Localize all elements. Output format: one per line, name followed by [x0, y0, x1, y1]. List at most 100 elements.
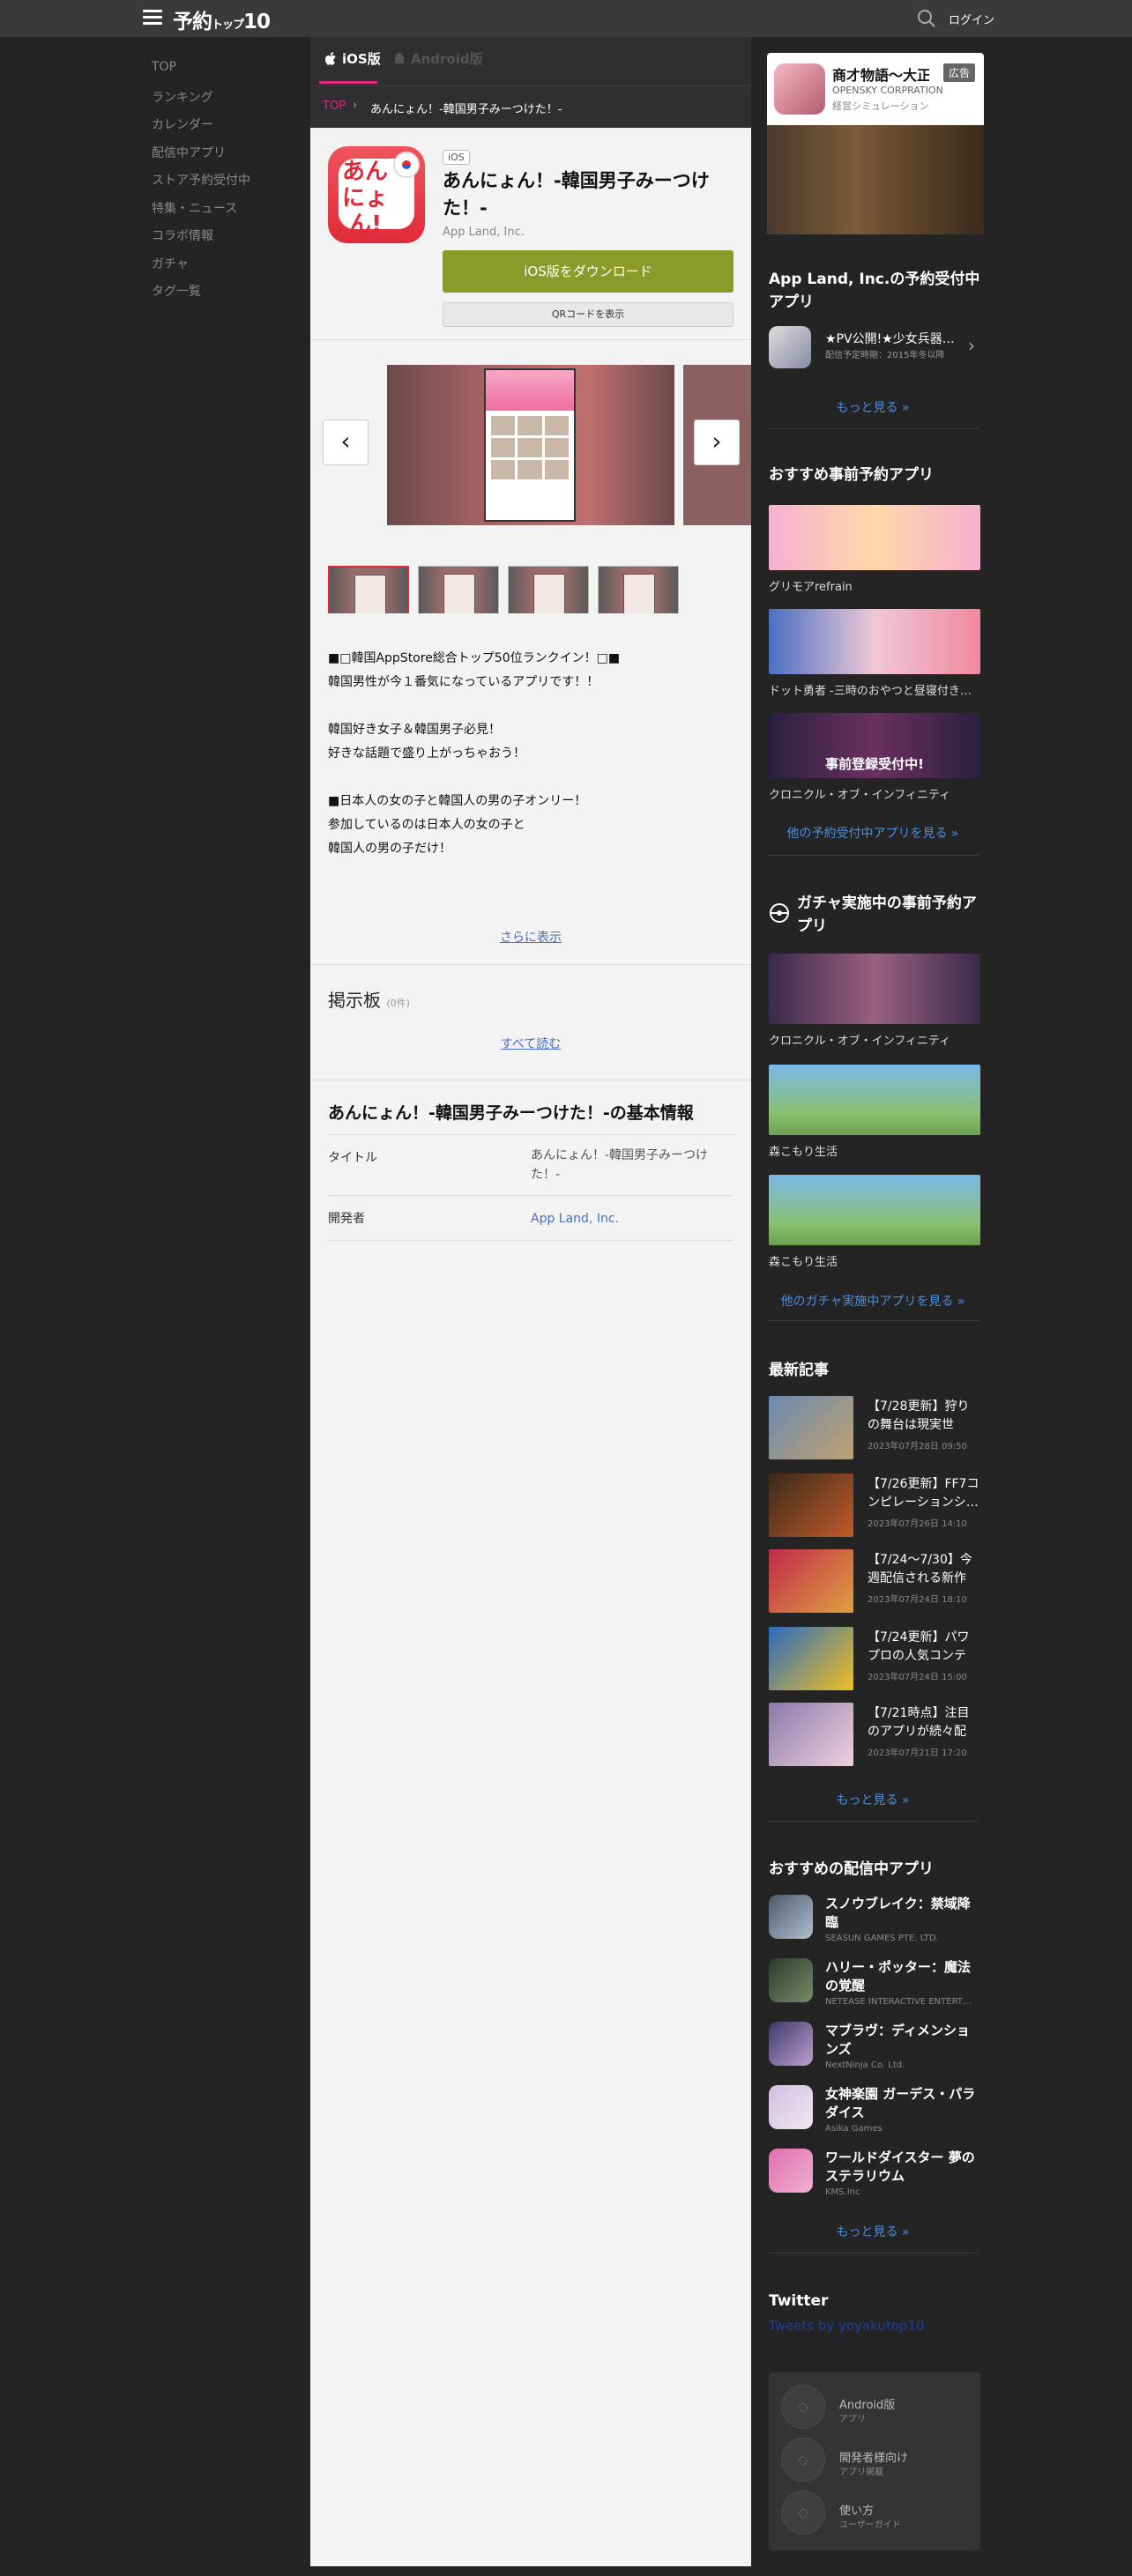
gallery-thumbnails [328, 566, 679, 613]
breadcrumb-top-link[interactable]: TOP [323, 100, 346, 113]
latest-articles-title: 最新記事 [769, 1362, 829, 1379]
nav-item-news[interactable]: 特集・ニュース [152, 199, 250, 227]
ad-image [767, 125, 984, 234]
nav-item-top[interactable]: TOP [152, 60, 250, 88]
banner-caption[interactable]: グリモアrefrain [769, 577, 853, 594]
search-icon[interactable] [917, 9, 936, 28]
dev-preorder-title: App Land, Inc.の予約受付中アプリ [769, 271, 980, 311]
divider [767, 855, 979, 856]
divider [767, 1320, 979, 1321]
app-description: ■□韓国AppStore総合トップ50位ランクイン！□■ 韓国男性が今１番気にな… [328, 651, 621, 856]
nav-item-collab[interactable]: コラボ情報 [152, 226, 250, 255]
preorder-more-link[interactable]: 他の予約受付中アプリを見る » [767, 824, 979, 842]
live-app-item[interactable]: マブラヴ：ディメンションズ NextNinja Co. Ltd. [769, 2022, 980, 2070]
app-icon [769, 2149, 813, 2193]
twitter-title: Twitter [769, 2292, 829, 2310]
live-app-item[interactable]: 女神楽園 ガーデス・パラダイス Asika Games [769, 2085, 980, 2134]
nav-item-store-preorder[interactable]: ストア予約受付中 [152, 171, 250, 199]
banner-overlay-text: 事前登録受付中! [825, 756, 924, 772]
apple-icon [325, 51, 336, 65]
banner-chronicle[interactable]: 事前登録受付中! [769, 713, 980, 778]
article-thumb [769, 1703, 853, 1766]
show-more-link[interactable]: さらに表示 [310, 928, 751, 946]
banner-gacha-chronicle[interactable] [769, 954, 980, 1024]
ios-download-button[interactable]: iOS版をダウンロード [443, 250, 734, 293]
banner-caption[interactable]: クロニクル・オブ・インフィニティ [769, 1031, 950, 1048]
banner-caption[interactable]: クロニクル・オブ・インフィニティ [769, 785, 950, 802]
board-title: 掲示板 (0件) [328, 990, 410, 1011]
info-row-developer: 開発者 App Land, Inc. [328, 1196, 734, 1241]
developer-link[interactable]: App Land, Inc. [531, 1196, 734, 1240]
dev-preorder-item[interactable]: ★PV公開!★少女兵器… 配信予定時期：2015年冬以降 › [767, 326, 979, 370]
banner-caption[interactable]: 森こもり生活 [769, 1252, 838, 1269]
footer-link-android[interactable]: ◌ Android版 アプリ [781, 2383, 975, 2432]
article-item[interactable]: 【7/24更新】パワプロの人気コンテン… 2023年07月24日 15:00 [769, 1627, 980, 1690]
live-more-link[interactable]: もっと見る » [767, 2223, 979, 2240]
gacha-more-link[interactable]: 他のガチャ実施中アプリを見る » [767, 1292, 979, 1310]
article-item[interactable]: 【7/28更新】狩りの舞台は現実世界！… 2023年07月28日 09:50 [769, 1396, 980, 1459]
live-app-item[interactable]: スノウブレイク：禁域降臨 SEASUN GAMES PTE. LTD. [769, 1895, 980, 1943]
login-link[interactable]: ログイン [949, 11, 994, 27]
article-item[interactable]: 【7/21時点】注目のアプリが続々配信… 2023年07月21日 17:20 [769, 1703, 980, 1766]
ad-title: 商才物語～大正… [832, 67, 929, 84]
live-app-item[interactable]: ワールドダイスター 夢のステラリウム KMS.Inc [769, 2149, 980, 2197]
korea-flag-icon [393, 152, 420, 178]
article-item[interactable]: 【7/24～7/30】今週配信される新作ス… 2023年07月24日 18:10 [769, 1549, 980, 1613]
gacha-icon [770, 903, 789, 923]
nav-item-ranking[interactable]: ランキング [152, 88, 250, 116]
nav-item-gacha[interactable]: ガチャ [152, 255, 250, 283]
article-item[interactable]: 【7/26更新】FF7コンピレーションシ… 2023年07月26日 14:10 [769, 1474, 980, 1537]
recommend-preorder-title: おすすめ事前予約アプリ [769, 466, 934, 484]
twitter-timeline-link[interactable]: Tweets by yoyakutop10 [769, 2318, 925, 2334]
footer-link-developers[interactable]: ◌ 開発者様向け アプリ掲載 [781, 2436, 975, 2485]
banner-caption[interactable]: ドット勇者 -三時のおやつと昼寝付き… [769, 681, 972, 698]
gallery-thumb[interactable] [508, 566, 589, 613]
guide-icon: ◌ [781, 2491, 825, 2535]
menu-icon[interactable] [143, 10, 162, 26]
banner-grimoire[interactable] [769, 505, 980, 570]
show-qr-button[interactable]: QRコードを表示 [443, 302, 734, 327]
dev-more-link[interactable]: もっと見る » [767, 398, 979, 416]
live-app-item[interactable]: ハリー・ポッター：魔法の覚醒 NETEASE INTERACTIVE ENTER… [769, 1958, 980, 2007]
banner-caption[interactable]: 森こもり生活 [769, 1142, 838, 1159]
divider [310, 964, 751, 965]
gallery-thumb[interactable] [328, 566, 409, 613]
nav-item-live-apps[interactable]: 配信中アプリ [152, 144, 250, 172]
basic-info-title: あんにょん！-韓国男子みーつけた！-の基本情報 [328, 1103, 694, 1123]
articles-more-link[interactable]: もっと見る » [767, 1791, 979, 1808]
app-icon [769, 1958, 813, 2002]
app-icon: あん にょん! [328, 146, 425, 243]
footer-link-guide[interactable]: ◌ 使い方 ユーザーガイド [781, 2489, 975, 2538]
tab-ios[interactable]: iOS版 [324, 49, 381, 68]
ad-app-icon [774, 63, 825, 115]
banner-dot-hero[interactable] [769, 609, 980, 674]
left-nav: TOP ランキング カレンダー 配信中アプリ ストア予約受付中 特集・ニュース … [152, 60, 250, 310]
app-title: あんにょん！-韓国男子みーつけた！- [443, 170, 710, 219]
gallery-prev-button[interactable]: ‹ [323, 419, 369, 465]
nav-item-tags[interactable]: タグ一覧 [152, 282, 250, 310]
article-thumb [769, 1396, 853, 1459]
article-thumb [769, 1549, 853, 1613]
gallery-thumb[interactable] [598, 566, 679, 613]
banner-gacha-mori-2[interactable] [769, 1175, 980, 1245]
app-icon [769, 326, 811, 368]
main-column: iOS版 Android版 TOP › あんにょん！-韓国男子みーつけた！- あ… [310, 37, 751, 2566]
nav-item-calendar[interactable]: カレンダー [152, 115, 250, 144]
ad-card[interactable]: 商才物語～大正… 広告 OPENSKY CORPRATION 経営シミュレーショ… [767, 53, 984, 234]
info-row-title: タイトル あんにょん！-韓国男子みーつけた！- [328, 1135, 734, 1196]
breadcrumb-current: あんにょん！-韓国男子みーつけた！- [370, 103, 562, 116]
screenshot-gallery: ‹ › [310, 340, 751, 613]
ad-genre: 経営シミュレーション [832, 100, 929, 112]
site-logo[interactable]: 予約トップ10 [173, 4, 271, 34]
read-all-link[interactable]: すべて読む [310, 1035, 751, 1052]
gallery-next-button[interactable]: › [694, 419, 740, 465]
top-header: 予約トップ10 ログイン [0, 0, 1132, 37]
divider [767, 428, 979, 429]
article-thumb [769, 1627, 853, 1690]
gallery-thumb[interactable] [418, 566, 499, 613]
board-count: (0件) [386, 998, 410, 1009]
banner-gacha-mori[interactable] [769, 1065, 980, 1135]
app-icon [769, 2022, 813, 2066]
ad-badge: 広告 [943, 63, 976, 82]
tab-android[interactable]: Android版 [393, 49, 483, 68]
